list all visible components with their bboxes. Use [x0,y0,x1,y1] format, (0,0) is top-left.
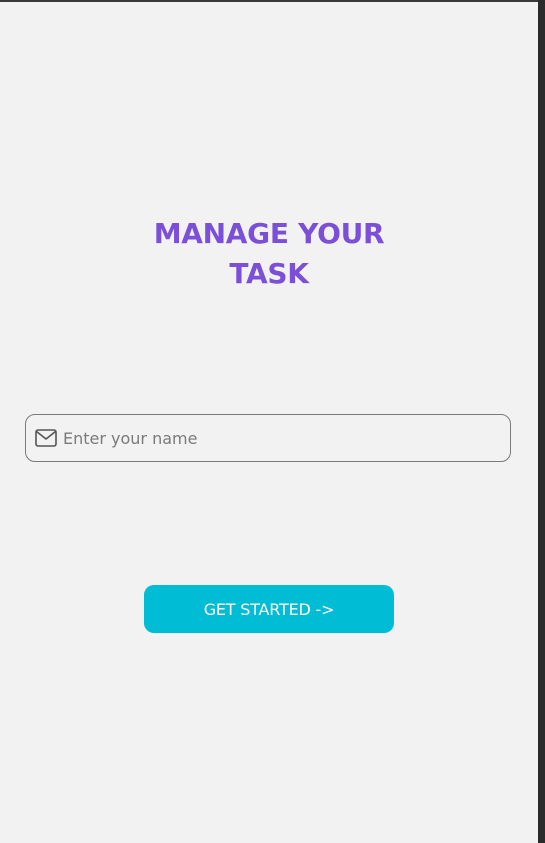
mail-icon [35,429,57,447]
app-window: MANAGE YOUR TASK GET STARTED -> [0,2,538,843]
name-input[interactable] [63,415,503,461]
page-title-line-1: MANAGE YOUR [153,217,385,250]
get-started-button[interactable]: GET STARTED -> [144,585,394,633]
name-field[interactable] [25,414,511,462]
page-title: MANAGE YOUR TASK [0,214,538,294]
page-title-line-2: TASK [229,257,309,290]
window-right-border [538,0,545,843]
